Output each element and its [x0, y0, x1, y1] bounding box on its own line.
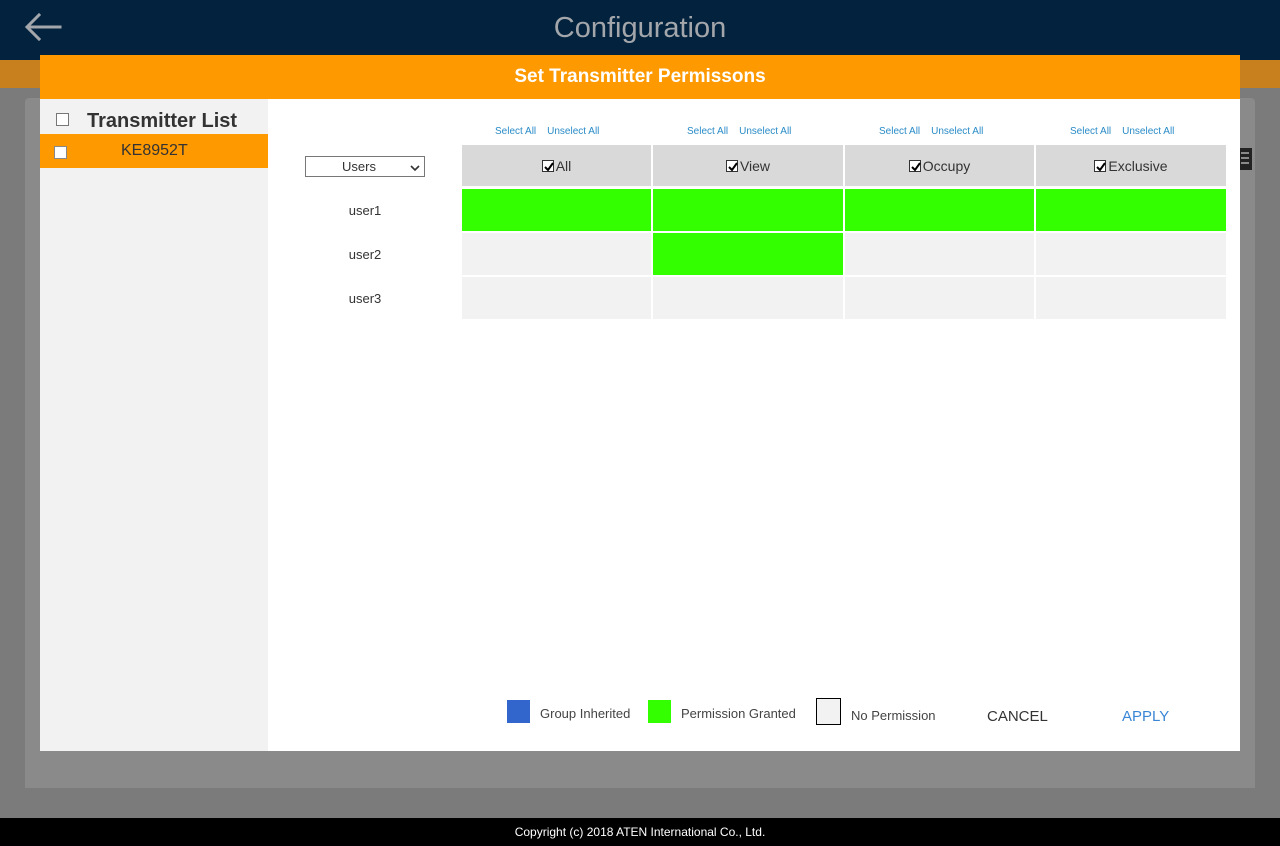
- legend-label: No Permission: [851, 708, 936, 723]
- permissions-modal: Set Transmitter Permissons Transmitter L…: [40, 55, 1240, 751]
- column-header-view[interactable]: View: [653, 145, 843, 186]
- select-all-link[interactable]: Select All: [879, 126, 920, 137]
- legend-swatch-group-inherited: [507, 700, 530, 723]
- column-label: Occupy: [922, 158, 971, 174]
- users-dropdown-value: Users: [342, 159, 376, 174]
- legend-swatch-no-permission: [816, 698, 841, 725]
- column-select-links: Select All Unselect All: [687, 126, 791, 137]
- app-title: Configuration: [553, 12, 727, 44]
- column-label: All: [555, 158, 572, 174]
- permission-cell[interactable]: [845, 233, 1034, 275]
- row-user-label: user2: [348, 247, 382, 262]
- permission-cell[interactable]: [1036, 277, 1226, 319]
- column-header-occupy[interactable]: Occupy: [845, 145, 1034, 186]
- legend-label: Permission Granted: [681, 706, 796, 721]
- row-user-label: user1: [348, 203, 382, 218]
- footer-copyright: Copyright (c) 2018 ATEN International Co…: [0, 818, 1280, 846]
- menu-icon[interactable]: [1238, 148, 1252, 170]
- permission-cell[interactable]: [845, 277, 1034, 319]
- column-header-all[interactable]: All: [462, 145, 651, 186]
- permission-cell[interactable]: [845, 189, 1034, 231]
- checkbox-checked-icon[interactable]: [541, 160, 554, 172]
- legend-label: Group Inherited: [540, 706, 631, 721]
- unselect-all-link[interactable]: Unselect All: [931, 126, 983, 137]
- transmitter-list-item[interactable]: KE8952T: [40, 134, 268, 168]
- checkbox-checked-icon[interactable]: [725, 160, 738, 172]
- cancel-button[interactable]: CANCEL: [987, 708, 1048, 725]
- apply-button[interactable]: APPLY: [1122, 708, 1169, 725]
- permission-cell[interactable]: [462, 189, 651, 231]
- checkbox-checked-icon[interactable]: [1094, 160, 1107, 172]
- row-user-label: user3: [348, 291, 382, 306]
- transmitter-name: KE8952T: [121, 142, 188, 159]
- column-header-exclusive[interactable]: Exclusive: [1036, 145, 1226, 186]
- modal-title: Set Transmitter Permissons: [40, 55, 1240, 99]
- transmitter-list-panel: Transmitter List KE8952T: [40, 99, 268, 751]
- column-select-links: Select All Unselect All: [1070, 126, 1174, 137]
- permission-cell[interactable]: [653, 277, 843, 319]
- permission-cell[interactable]: [653, 189, 843, 231]
- unselect-all-link[interactable]: Unselect All: [547, 126, 599, 137]
- permission-cell[interactable]: [462, 277, 651, 319]
- users-dropdown[interactable]: Users: [305, 156, 425, 177]
- select-all-link[interactable]: Select All: [495, 126, 536, 137]
- legend-swatch-permission-granted: [648, 700, 671, 723]
- select-all-transmitters-checkbox[interactable]: [56, 113, 69, 126]
- select-all-link[interactable]: Select All: [687, 126, 728, 137]
- transmitter-checkbox[interactable]: [54, 146, 67, 159]
- column-label: Exclusive: [1108, 158, 1168, 174]
- unselect-all-link[interactable]: Unselect All: [739, 126, 791, 137]
- permission-cell[interactable]: [1036, 233, 1226, 275]
- checkbox-checked-icon[interactable]: [908, 160, 921, 172]
- column-select-links: Select All Unselect All: [495, 126, 599, 137]
- select-all-link[interactable]: Select All: [1070, 126, 1111, 137]
- chevron-down-icon: [410, 161, 420, 172]
- column-select-links: Select All Unselect All: [879, 126, 983, 137]
- transmitter-list-title: Transmitter List: [87, 110, 238, 132]
- permission-cell[interactable]: [1036, 189, 1226, 231]
- permission-cell[interactable]: [462, 233, 651, 275]
- unselect-all-link[interactable]: Unselect All: [1122, 126, 1174, 137]
- column-label: View: [739, 158, 771, 174]
- permission-cell[interactable]: [653, 233, 843, 275]
